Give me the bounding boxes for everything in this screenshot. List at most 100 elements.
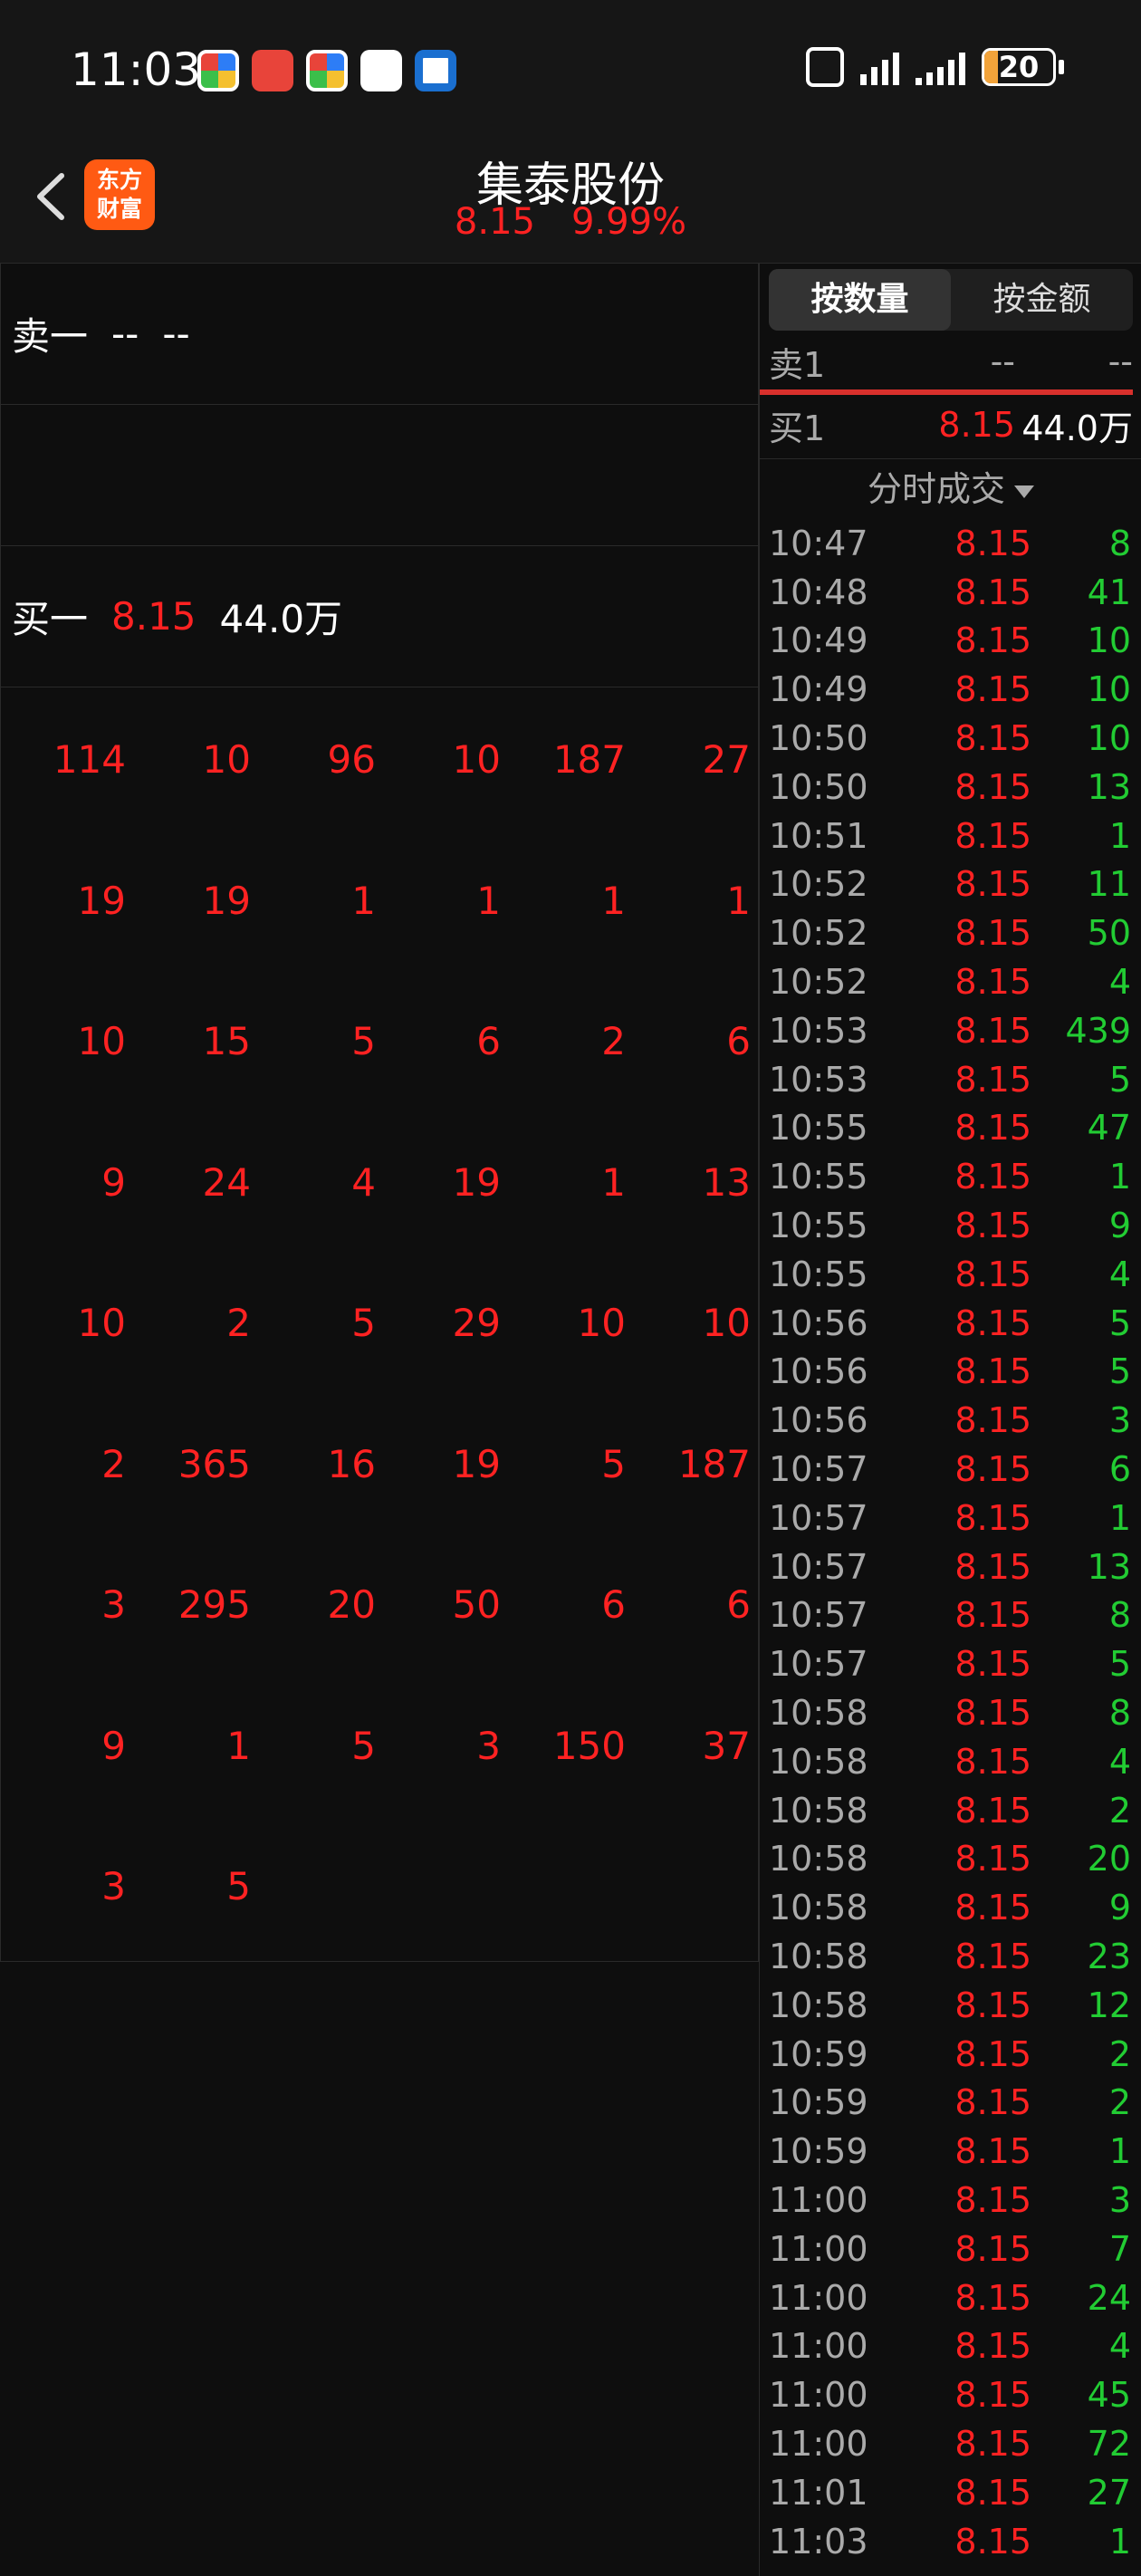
- trade-time: 10:58: [769, 1937, 868, 1976]
- trade-volume: 439: [1065, 1010, 1131, 1051]
- trade-price: 8.15: [954, 2277, 1031, 2318]
- tab-by-quantity[interactable]: 按数量: [769, 269, 951, 331]
- trade-price: 8.15: [954, 2521, 1031, 2562]
- trade-price: 8.15: [954, 1595, 1031, 1636]
- trade-price: 8.15: [954, 1497, 1031, 1538]
- queue-cell: 5: [601, 1441, 626, 1486]
- trade-price: 8.15: [954, 2472, 1031, 2513]
- queue-cell: 187: [677, 1441, 751, 1486]
- trade-volume: 4: [1108, 1741, 1131, 1782]
- queue-cell: 15: [202, 1019, 251, 1064]
- queue-cell: 1: [351, 878, 376, 923]
- trade-time: 10:56: [769, 1400, 868, 1441]
- trade-price: 8.15: [954, 1937, 1031, 1976]
- trades-header[interactable]: 分时成交: [760, 461, 1141, 511]
- trade-price: 8.15: [954, 962, 1031, 1003]
- buy-queue-grid: 114 10 96 10 187 27 19 19 1 1 1 1 10 15 5 6 2 6 9 24 4 19 1 13 1…: [1, 689, 758, 1957]
- trade-row: 10:48 8.15 41: [769, 568, 1131, 617]
- trade-time: 10:55: [769, 1157, 868, 1197]
- queue-cell: 13: [702, 1159, 751, 1205]
- trade-volume: 12: [1087, 1985, 1131, 2025]
- trades-list: 10:47 8.15 8 10:48 8.15 41 10:49 8.15 10 10:49 8.1…: [769, 519, 1131, 2565]
- trade-volume: 5: [1108, 1644, 1131, 1685]
- trade-price: 8.15: [954, 2326, 1031, 2367]
- trade-volume: 45: [1087, 2375, 1131, 2416]
- trade-row: 10:58 8.15 9: [769, 1883, 1131, 1932]
- trade-row: 10:58 8.15 12: [769, 1981, 1131, 2030]
- trade-row: 10:53 8.15 439: [769, 1006, 1131, 1055]
- system-icons: 20: [806, 47, 1064, 87]
- app-icon-2: [252, 50, 293, 91]
- queue-row: 9 1 5 3 150 37: [1, 1676, 758, 1817]
- trade-time: 10:58: [769, 1790, 868, 1831]
- trade-volume: 13: [1087, 1546, 1131, 1587]
- trade-time: 10:52: [769, 864, 868, 905]
- signal-icon: [860, 49, 899, 85]
- trade-price: 8.15: [954, 1010, 1031, 1051]
- sell1-row[interactable]: 卖一 -- --: [1, 264, 758, 405]
- trade-time: 10:58: [769, 1985, 868, 2025]
- trade-price: 8.15: [954, 2131, 1031, 2172]
- trade-time: 10:57: [769, 1449, 868, 1490]
- trade-time: 11:00: [769, 2228, 868, 2269]
- stock-change-pct: 9.99%: [570, 201, 687, 243]
- trade-volume: 11: [1087, 864, 1131, 905]
- trade-price: 8.15: [954, 815, 1031, 856]
- queue-cell: 5: [351, 1019, 376, 1064]
- queue-cell: 19: [452, 1159, 501, 1205]
- trade-row: 10:57 8.15 1: [769, 1494, 1131, 1543]
- trade-time: 10:50: [769, 766, 868, 807]
- trade-time: 11:00: [769, 2277, 868, 2318]
- trade-volume: 13: [1087, 766, 1131, 807]
- level-sell1: 卖1 -- --: [769, 336, 1133, 387]
- queue-cell: 19: [452, 1441, 501, 1486]
- trade-volume: 2: [1108, 1790, 1131, 1831]
- trade-row: 10:47 8.15 8: [769, 519, 1131, 568]
- buy1-volume: 44.0万: [219, 597, 343, 641]
- trade-row: 10:59 8.15 1: [769, 2127, 1131, 2176]
- trade-time: 10:52: [769, 913, 868, 954]
- trade-price: 8.15: [954, 1644, 1031, 1685]
- app-icon-1: [197, 50, 239, 91]
- trade-volume: 1: [1108, 1497, 1131, 1538]
- status-time: 11:03: [71, 43, 202, 96]
- trade-price: 8.15: [954, 1059, 1031, 1100]
- trade-time: 10:49: [769, 669, 868, 710]
- trade-row: 11:03 8.15 1: [769, 2517, 1131, 2566]
- trade-row: 10:50 8.15 13: [769, 763, 1131, 812]
- trade-time: 11:01: [769, 2472, 868, 2513]
- trade-price: 8.15: [954, 1985, 1031, 2025]
- stock-price: 8.15: [454, 201, 535, 243]
- trade-row: 10:56 8.15 5: [769, 1299, 1131, 1348]
- tab-by-amount[interactable]: 按金额: [951, 269, 1133, 331]
- trade-row: 10:55 8.15 9: [769, 1201, 1131, 1250]
- trade-price: 8.15: [954, 523, 1031, 563]
- trade-time: 10:55: [769, 1254, 868, 1294]
- trade-volume: 10: [1087, 669, 1131, 710]
- trade-price: 8.15: [954, 1790, 1031, 1831]
- queue-row: 114 10 96 10 187 27: [1, 689, 758, 831]
- queue-cell: 3: [476, 1723, 501, 1768]
- trade-time: 11:03: [769, 2521, 868, 2562]
- trade-price: 8.15: [954, 1888, 1031, 1928]
- trade-volume: 24: [1087, 2277, 1131, 2318]
- trade-volume: 47: [1087, 1108, 1131, 1149]
- buy1-row[interactable]: 买一 8.15 44.0万: [1, 546, 758, 687]
- trade-row: 10:58 8.15 4: [769, 1737, 1131, 1786]
- trade-time: 10:57: [769, 1546, 868, 1587]
- level-sell1-volume: --: [1107, 341, 1133, 381]
- queue-cell: 114: [53, 737, 126, 783]
- queue-cell: 9: [101, 1723, 126, 1768]
- trade-volume: 50: [1087, 913, 1131, 954]
- queue-cell: 27: [702, 737, 751, 783]
- queue-cell: 19: [202, 878, 251, 923]
- trade-time: 10:58: [769, 1741, 868, 1782]
- trade-price: 8.15: [954, 1546, 1031, 1587]
- level-sell1-price: --: [990, 341, 1015, 381]
- trade-volume: 20: [1087, 1839, 1131, 1879]
- queue-cell: 1: [476, 878, 501, 923]
- unit-tabs: 按数量 按金额: [769, 269, 1133, 331]
- queue-cell: 10: [577, 1301, 626, 1346]
- trade-volume: 9: [1108, 1888, 1131, 1928]
- level-buy1-label: 买1: [769, 408, 826, 448]
